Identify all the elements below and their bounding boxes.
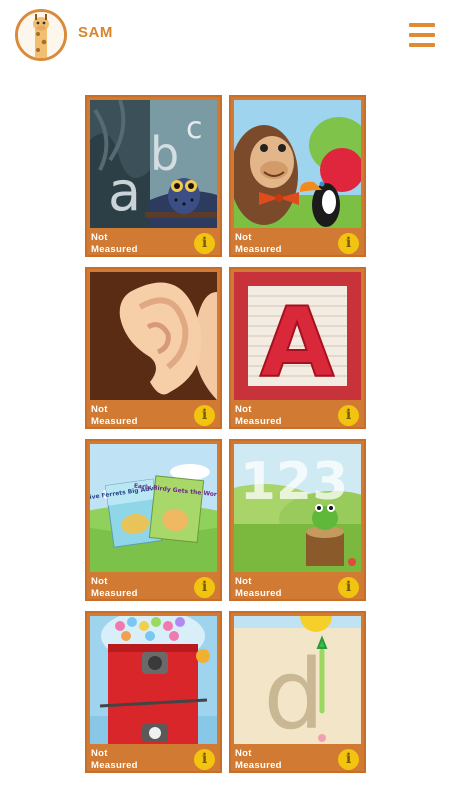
info-icon[interactable]: i: [338, 577, 359, 598]
activity-tile-tracing[interactable]: d Not Measured i: [229, 611, 366, 773]
tile-status: Not Measured: [91, 576, 138, 599]
info-icon[interactable]: i: [194, 749, 215, 770]
tile-art-gumball-machine: [90, 616, 217, 744]
activity-tile-numbers[interactable]: 123 Not Measured i: [229, 439, 366, 601]
tile-status: Not Measured: [235, 232, 282, 255]
hamburger-menu-icon[interactable]: [409, 22, 435, 48]
activity-tile-alphabet[interactable]: a b c Not Measured i: [85, 95, 222, 257]
tile-art-block-a: A: [234, 272, 361, 400]
app-header: SAM: [0, 0, 450, 72]
activity-tile-letter-block[interactable]: A Not Measured i: [229, 267, 366, 429]
tile-art-alphabet-owl: a b c: [90, 100, 217, 228]
info-icon[interactable]: i: [338, 233, 359, 254]
abc-letter-c: c: [186, 111, 203, 146]
info-icon[interactable]: i: [338, 749, 359, 770]
abc-letter-a: a: [108, 160, 141, 223]
tile-art-books: Five Ferrets Big Adventure Early Birdy G…: [90, 444, 217, 572]
info-icon[interactable]: i: [338, 405, 359, 426]
tile-art-numbers-frog: 123: [234, 444, 361, 572]
numbers-text: 123: [240, 452, 349, 512]
info-icon[interactable]: i: [194, 405, 215, 426]
tile-status: Not Measured: [235, 576, 282, 599]
tile-status: Not Measured: [235, 404, 282, 427]
activity-tile-animals[interactable]: Not Measured i: [229, 95, 366, 257]
tile-status: Not Measured: [91, 748, 138, 771]
activity-tile-gumball[interactable]: Not Measured i: [85, 611, 222, 773]
tile-art-monkey-toucan: [234, 100, 361, 228]
profile-avatar[interactable]: [15, 9, 67, 61]
abc-letter-b: b: [150, 127, 179, 181]
username-label: SAM: [78, 24, 113, 41]
tile-art-letter-tracing: d: [234, 616, 361, 744]
activity-tile-listening[interactable]: Not Measured i: [85, 267, 222, 429]
tile-status: Not Measured: [235, 748, 282, 771]
info-icon[interactable]: i: [194, 233, 215, 254]
info-icon[interactable]: i: [194, 577, 215, 598]
tile-status: Not Measured: [91, 232, 138, 255]
trace-letter: d: [264, 639, 325, 744]
activity-tile-storybooks[interactable]: Five Ferrets Big Adventure Early Birdy G…: [85, 439, 222, 601]
block-letter: A: [260, 287, 334, 399]
giraffe-avatar-icon: [18, 12, 64, 58]
tile-status: Not Measured: [91, 404, 138, 427]
tile-art-ear: [90, 272, 217, 400]
